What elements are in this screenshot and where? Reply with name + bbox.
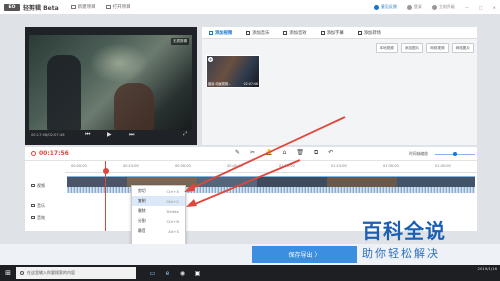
watermark-subtitle: 助你轻松解决	[362, 247, 440, 260]
editor-app-icon[interactable]: ▣	[193, 269, 202, 278]
system-tray: 2019/1/16	[478, 266, 497, 271]
watermark-title: 百科全说	[362, 219, 446, 243]
arrow-head-upper	[184, 183, 195, 192]
arrow-head-lower	[186, 199, 197, 207]
tray-date: 2019/1/16	[477, 266, 497, 271]
windows-start-icon[interactable]: ⊞	[0, 265, 16, 281]
app-icon[interactable]: ◉	[178, 269, 187, 278]
arrow-line-lower	[189, 159, 301, 207]
arrow-line-upper	[187, 116, 346, 191]
taskbar: ⊞ 在这里输入你要搜索的内容 ▭ e ◉ ▣	[0, 265, 500, 281]
search-icon	[20, 271, 24, 275]
edge-icon[interactable]: e	[163, 269, 172, 278]
taskbar-search-placeholder: 在这里输入你要搜索的内容	[27, 270, 75, 275]
taskbar-search[interactable]: 在这里输入你要搜索的内容	[16, 267, 136, 279]
taskbar-apps: ▭ e ◉ ▣	[148, 269, 208, 278]
task-view-icon[interactable]: ▭	[148, 269, 157, 278]
watermark: 百科全说 助你轻松解决	[362, 215, 488, 265]
